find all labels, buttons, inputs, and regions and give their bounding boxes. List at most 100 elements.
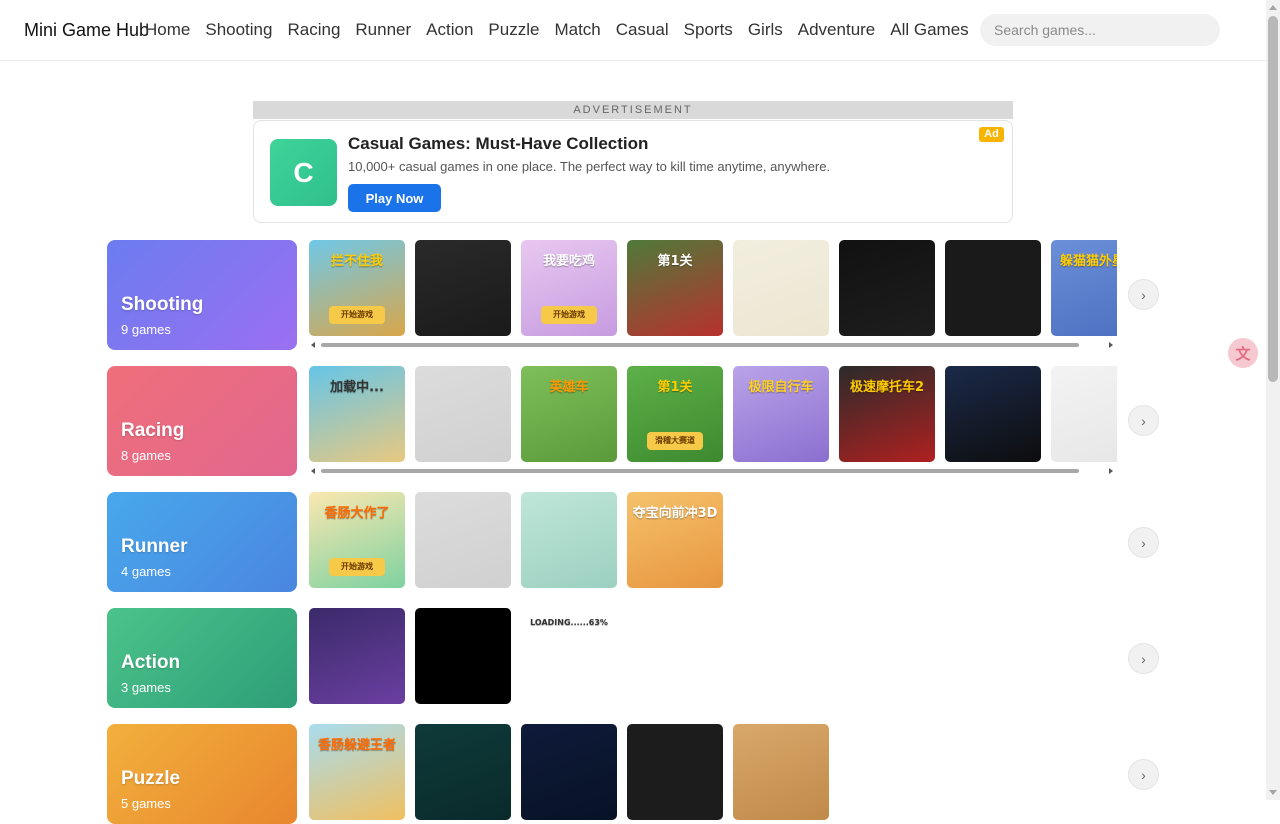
horizontal-scrollbar-thumb[interactable]: [321, 469, 1079, 473]
game-thumbnail-title: 加载中...: [330, 380, 384, 395]
game-thumbnail[interactable]: 我要吃鸡 开始游戏: [521, 240, 617, 336]
game-thumbnail[interactable]: 第1关: [627, 240, 723, 336]
game-thumbnail[interactable]: [945, 366, 1041, 462]
next-arrow-button[interactable]: ›: [1128, 759, 1159, 790]
category-row-racing: Racing 8 games 加载中... 英雄车 第1关 滑稽大赛道 极限自行车 极速摩托车…: [107, 366, 1159, 476]
game-thumbnail[interactable]: [415, 240, 511, 336]
game-thumbnail-strip: LOADING......63%: [309, 608, 1117, 704]
category-card-shooting[interactable]: Shooting 9 games: [107, 240, 297, 350]
category-name: Puzzle: [121, 768, 181, 789]
ad-badge: Ad: [979, 127, 1004, 142]
play-now-button[interactable]: Play Now: [348, 184, 441, 212]
scroll-down-arrow-icon[interactable]: [1269, 790, 1277, 795]
horizontal-scrollbar[interactable]: [309, 466, 1117, 476]
category-card-puzzle[interactable]: Puzzle 5 games: [107, 724, 297, 824]
scrollbar-thumb[interactable]: [1268, 16, 1278, 382]
game-thumbnail[interactable]: 英雄车: [521, 366, 617, 462]
next-arrow-button[interactable]: ›: [1128, 405, 1159, 436]
nav-girls[interactable]: Girls: [748, 20, 783, 40]
top-navbar: Mini Game Hub Home Shooting Racing Runne…: [0, 0, 1266, 61]
game-thumbnail[interactable]: [521, 724, 617, 820]
nav-match[interactable]: Match: [554, 20, 600, 40]
advertisement-label: ADVERTISEMENT: [253, 101, 1013, 119]
nav-sports[interactable]: Sports: [684, 20, 733, 40]
category-game-count: 8 games: [121, 448, 171, 463]
game-thumbnail-button: 开始游戏: [329, 558, 385, 576]
nav-runner[interactable]: Runner: [355, 20, 411, 40]
scroll-left-arrow-icon[interactable]: [311, 468, 315, 474]
category-card-runner[interactable]: Runner 4 games: [107, 492, 297, 592]
game-thumbnail[interactable]: [733, 240, 829, 336]
game-thumbnail-button: 开始游戏: [329, 306, 385, 324]
ad-title: Casual Games: Must-Have Collection: [348, 134, 649, 153]
game-thumbnail[interactable]: [309, 608, 405, 704]
game-thumbnail[interactable]: 夺宝向前冲3D: [627, 492, 723, 588]
category-row-runner: Runner 4 games 香肠大作了 开始游戏 夺宝向前冲3D ›: [107, 492, 1159, 592]
game-thumbnail-title: 躲猫猫外星人: [1059, 254, 1117, 269]
game-thumbnail[interactable]: 极速摩托车2: [839, 366, 935, 462]
category-card-racing[interactable]: Racing 8 games: [107, 366, 297, 476]
game-thumbnail-title: 香肠躲避王者: [317, 738, 396, 753]
nav-adventure[interactable]: Adventure: [798, 20, 876, 40]
scroll-right-arrow-icon[interactable]: [1109, 468, 1113, 474]
game-thumbnail[interactable]: [415, 724, 511, 820]
game-thumbnail[interactable]: 极限自行车: [733, 366, 829, 462]
scroll-left-arrow-icon[interactable]: [311, 342, 315, 348]
category-name: Runner: [121, 536, 188, 557]
game-thumbnail-title: LOADING......63%: [530, 618, 608, 627]
game-thumbnail[interactable]: 香肠大作了 开始游戏: [309, 492, 405, 588]
nav-racing[interactable]: Racing: [287, 20, 340, 40]
category-name: Racing: [121, 420, 185, 441]
translate-icon[interactable]: 文: [1228, 338, 1258, 368]
game-thumbnail[interactable]: [839, 240, 935, 336]
game-thumbnail-title: 第1关: [657, 254, 693, 269]
category-row-action: Action 3 games LOADING......63% ›: [107, 608, 1159, 708]
page-scrollbar[interactable]: [1266, 0, 1280, 800]
category-name: Shooting: [121, 294, 204, 315]
game-thumbnail-title: 极速摩托车2: [849, 380, 925, 395]
search-input[interactable]: [980, 14, 1220, 46]
category-row-puzzle: Puzzle 5 games 香肠躲避王者 ›: [107, 724, 1159, 824]
game-thumbnail-title: 极限自行车: [748, 380, 814, 395]
game-thumbnail[interactable]: [415, 608, 511, 704]
game-thumbnail[interactable]: [627, 724, 723, 820]
scroll-up-arrow-icon[interactable]: [1269, 5, 1277, 10]
game-thumbnail[interactable]: 躲猫猫外星人: [1051, 240, 1117, 336]
game-thumbnail[interactable]: [521, 492, 617, 588]
game-thumbnail[interactable]: 拦不住我 开始游戏: [309, 240, 405, 336]
horizontal-scrollbar[interactable]: [309, 340, 1117, 350]
game-thumbnail-title: 香肠大作了: [324, 506, 390, 521]
horizontal-scrollbar-thumb[interactable]: [321, 343, 1079, 347]
ad-logo: C: [270, 139, 337, 206]
game-thumbnail[interactable]: [415, 492, 511, 588]
game-thumbnail[interactable]: 加载中...: [309, 366, 405, 462]
category-card-action[interactable]: Action 3 games: [107, 608, 297, 708]
next-arrow-button[interactable]: ›: [1128, 279, 1159, 310]
category-game-count: 3 games: [121, 680, 171, 695]
game-thumbnail-title: 英雄车: [549, 380, 589, 395]
nav-shooting[interactable]: Shooting: [205, 20, 272, 40]
game-thumbnail[interactable]: 香肠躲避王者: [309, 724, 405, 820]
game-thumbnail-title: 拦不住我: [330, 254, 383, 269]
nav-casual[interactable]: Casual: [616, 20, 669, 40]
game-thumbnail[interactable]: [1051, 366, 1117, 462]
nav-all-games[interactable]: All Games: [890, 20, 968, 40]
ad-description: 10,000+ casual games in one place. The p…: [348, 159, 831, 174]
game-thumbnail-button: 滑稽大赛道: [647, 432, 703, 450]
game-thumbnail[interactable]: [945, 240, 1041, 336]
game-thumbnail[interactable]: LOADING......63%: [521, 608, 617, 704]
category-row-shooting: Shooting 9 games 拦不住我开始游戏 我要吃鸡开始游戏 第1关 躲猫猫外星人…: [107, 240, 1159, 350]
nav-home[interactable]: Home: [145, 20, 190, 40]
nav-puzzle[interactable]: Puzzle: [488, 20, 539, 40]
ad-banner[interactable]: C Casual Games: Must-Have Collection 10,…: [253, 120, 1013, 223]
game-thumbnail[interactable]: [415, 366, 511, 462]
next-arrow-button[interactable]: ›: [1128, 643, 1159, 674]
category-game-count: 9 games: [121, 322, 171, 337]
game-thumbnail[interactable]: [733, 724, 829, 820]
site-brand[interactable]: Mini Game Hub: [24, 20, 149, 41]
nav-action[interactable]: Action: [426, 20, 473, 40]
scroll-right-arrow-icon[interactable]: [1109, 342, 1113, 348]
game-thumbnail-title: 夺宝向前冲3D: [632, 506, 718, 521]
game-thumbnail[interactable]: 第1关 滑稽大赛道: [627, 366, 723, 462]
next-arrow-button[interactable]: ›: [1128, 527, 1159, 558]
